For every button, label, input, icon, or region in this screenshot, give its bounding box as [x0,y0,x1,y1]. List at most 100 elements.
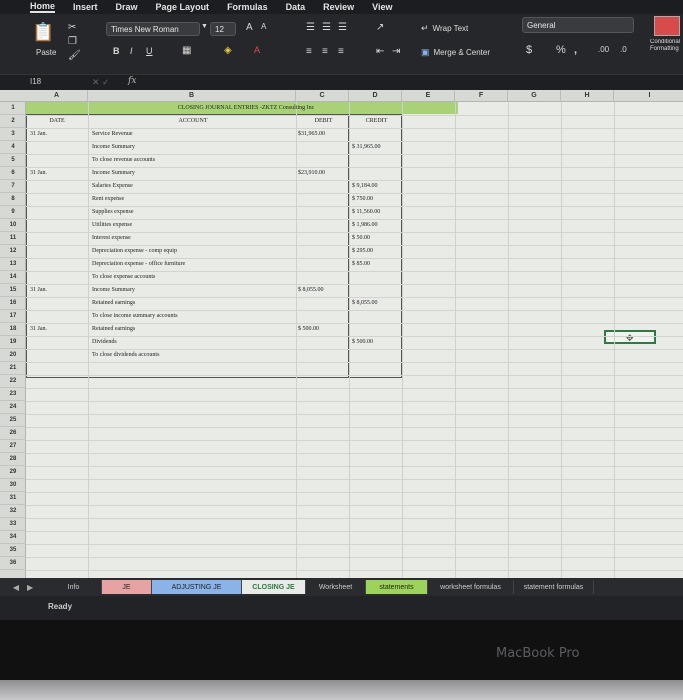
percent-button[interactable]: % [556,44,566,56]
entry-credit[interactable]: $ 11,560.00 [352,206,401,219]
decimal-increase-icon[interactable]: .00 [598,45,609,54]
selected-cell-i18[interactable]: ✥ [604,330,656,344]
column-header-g[interactable]: G [508,90,561,102]
cut-icon[interactable]: ✂ [68,22,76,33]
entry-account[interactable]: Dividends [92,336,296,349]
row-header-31[interactable]: 31 [0,492,26,505]
ribbon-tab-home[interactable]: Home [30,1,56,13]
column-header-e[interactable]: E [402,90,455,102]
ribbon-tab-insert[interactable]: Insert [73,2,98,12]
number-format-select[interactable]: General [522,17,634,33]
entry-account[interactable]: Income Summary [92,167,296,180]
row-header-15[interactable]: 15 [0,284,26,297]
row-header-7[interactable]: 7 [0,180,26,193]
row-header-10[interactable]: 10 [0,219,26,232]
entry-account[interactable]: Interest expense [92,232,296,245]
column-header-d[interactable]: D [349,90,402,102]
sheet-tab-info[interactable]: Info [46,580,102,594]
row-header-26[interactable]: 26 [0,427,26,440]
wrap-text-button[interactable]: ↵ Wrap Text [421,23,468,34]
row-header-25[interactable]: 25 [0,414,26,427]
row-header-24[interactable]: 24 [0,401,26,414]
entry-account[interactable]: Supplies expense [92,206,296,219]
row-header-18[interactable]: 18 [0,323,26,336]
borders-icon[interactable]: ▦ [182,45,191,56]
entry-debit[interactable]: $31,965.00 [298,128,348,141]
column-header-b[interactable]: B [88,90,296,102]
prev-sheet-icon[interactable]: ◀ [13,583,19,592]
align-middle-icon[interactable]: ☰ [322,22,331,33]
decrease-indent-icon[interactable]: ⇤ [376,46,384,57]
fill-color-icon[interactable]: ◈ [224,45,232,56]
align-left-icon[interactable]: ≡ [306,46,312,57]
column-header-h[interactable]: H [561,90,614,102]
header-debit[interactable]: DEBIT [298,115,349,128]
column-header-i[interactable]: I [614,90,683,102]
row-header-36[interactable]: 36 [0,557,26,570]
font-color-icon[interactable]: A [254,45,260,55]
comma-button[interactable]: , [574,44,577,56]
chevron-down-icon[interactable]: ▼ [201,23,208,30]
entry-credit[interactable]: $ 750.00 [352,193,401,206]
row-header-29[interactable]: 29 [0,466,26,479]
entry-account[interactable]: Rent expense [92,193,296,206]
row-header-23[interactable]: 23 [0,388,26,401]
align-top-icon[interactable]: ☰ [306,22,315,33]
entry-credit[interactable]: $ 295.00 [352,245,401,258]
ribbon-tab-formulas[interactable]: Formulas [227,2,268,12]
ribbon-tab-view[interactable]: View [372,2,392,12]
row-header-14[interactable]: 14 [0,271,26,284]
row-header-3[interactable]: 3 [0,128,26,141]
entry-date[interactable]: 31 Jan. [30,167,86,180]
entry-credit[interactable]: $ 50.00 [352,232,401,245]
row-header-32[interactable]: 32 [0,505,26,518]
decrease-font-icon[interactable]: A [261,22,266,31]
align-bottom-icon[interactable]: ☰ [338,22,347,33]
entry-credit[interactable]: $ 1,986.00 [352,219,401,232]
increase-font-icon[interactable]: A [246,22,253,33]
header-credit[interactable]: CREDIT [351,115,402,128]
sheet-tab-je[interactable]: JE [102,580,152,594]
next-sheet-icon[interactable]: ▶ [27,583,33,592]
row-header-22[interactable]: 22 [0,375,26,388]
entry-date[interactable]: 31 Jan. [30,323,86,336]
row-header-5[interactable]: 5 [0,154,26,167]
row-header-12[interactable]: 12 [0,245,26,258]
sheet-tab-closing-je[interactable]: CLOSING JE [242,580,306,594]
entry-date[interactable]: 31 Jan. [30,128,86,141]
paste-button[interactable]: 📋 [32,22,54,43]
align-center-icon[interactable]: ≡ [322,46,328,57]
entry-account[interactable]: To close income summary accounts [92,310,296,323]
conditional-formatting-icon[interactable] [654,16,680,36]
increase-indent-icon[interactable]: ⇥ [392,46,400,57]
row-header-4[interactable]: 4 [0,141,26,154]
entry-debit[interactable]: $ 8,055.00 [298,284,348,297]
row-header-11[interactable]: 11 [0,232,26,245]
row-header-34[interactable]: 34 [0,531,26,544]
fx-icon[interactable]: fx [128,76,136,86]
sheet-tab-adjusting-je[interactable]: ADJUSTING JE [152,580,242,594]
copy-icon[interactable]: ❐ [68,36,77,47]
column-header-c[interactable]: C [296,90,349,102]
ribbon-tab-data[interactable]: Data [286,2,306,12]
sheet-tab-statements[interactable]: statements [366,580,428,594]
row-header-2[interactable]: 2 [0,115,26,128]
bold-icon[interactable]: B [113,46,120,56]
currency-button[interactable]: $ [526,44,532,56]
sheet-tab-worksheet[interactable]: Worksheet [306,580,366,594]
header-date[interactable]: DATE [28,115,86,128]
ribbon-tab-page-layout[interactable]: Page Layout [156,2,210,12]
row-header-1[interactable]: 1 [0,102,26,115]
header-account[interactable]: ACCOUNT [90,115,296,128]
row-header-19[interactable]: 19 [0,336,26,349]
row-header-21[interactable]: 21 [0,362,26,375]
entry-credit[interactable]: $ 500.00 [352,336,401,349]
entry-account[interactable]: Service Revenue [92,128,296,141]
ribbon-tab-review[interactable]: Review [323,2,354,12]
row-header-28[interactable]: 28 [0,453,26,466]
underline-icon[interactable]: U [146,46,153,56]
sheet-tab-statement-formulas[interactable]: statement formulas [514,580,594,594]
entry-account[interactable]: To close dividends accounts [92,349,296,362]
row-header-20[interactable]: 20 [0,349,26,362]
decimal-decrease-icon[interactable]: .0 [620,45,627,54]
